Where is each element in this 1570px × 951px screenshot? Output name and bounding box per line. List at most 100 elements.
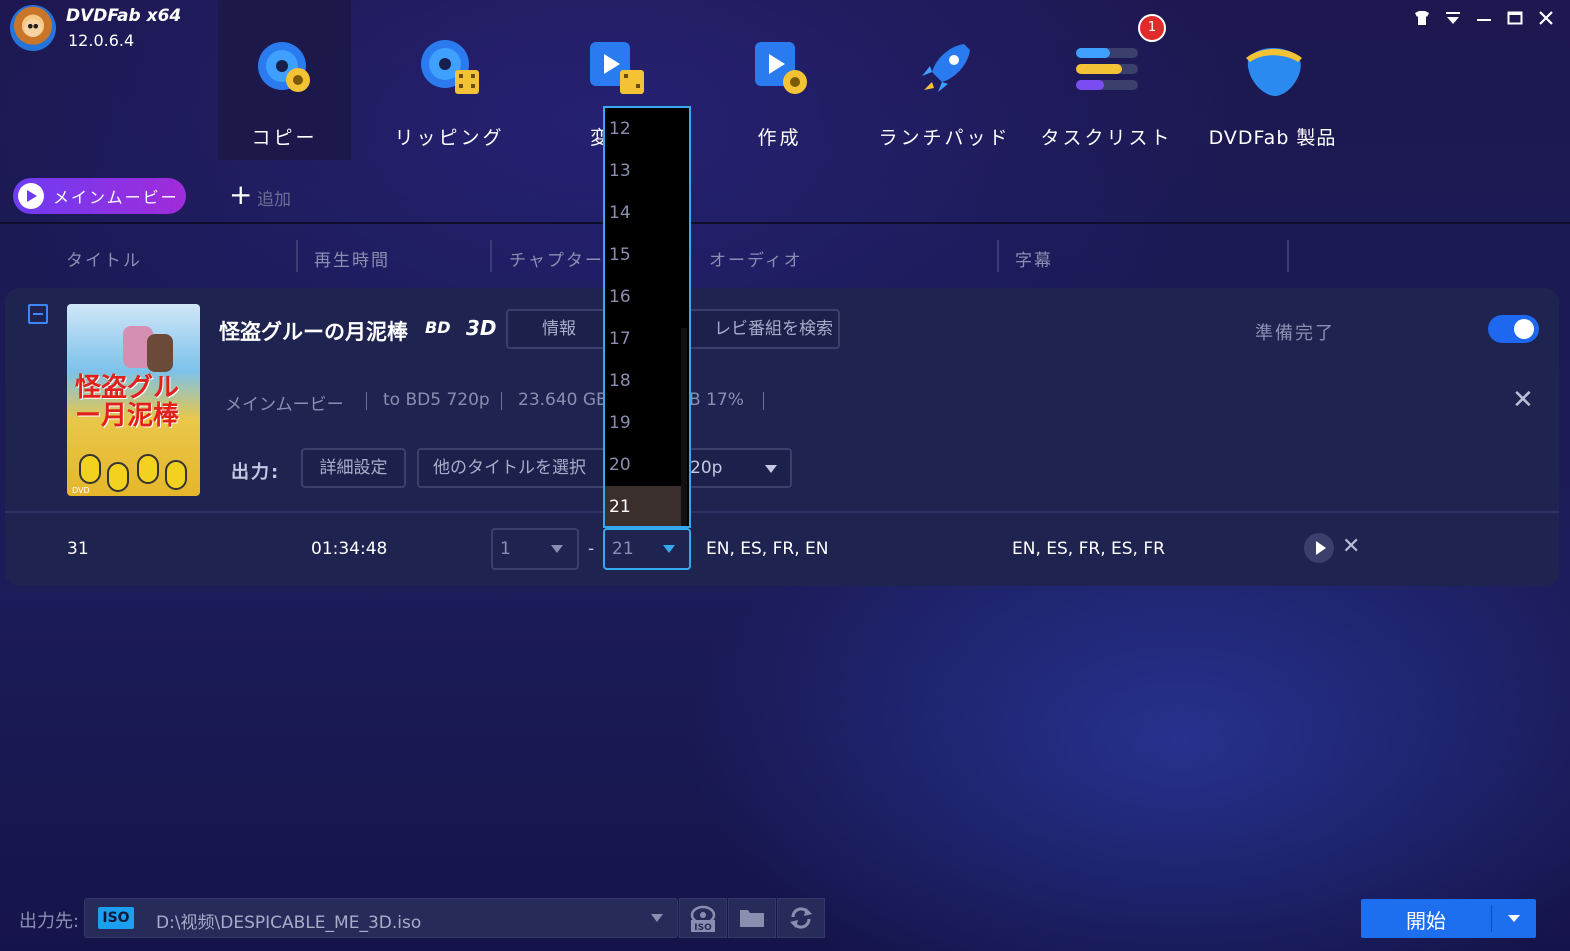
play-circle-icon	[18, 183, 44, 209]
dropdown-option[interactable]: 16	[605, 276, 681, 318]
tv-search-button[interactable]: レビ番組を検索	[680, 309, 840, 349]
iso-format-badge: ISO	[98, 907, 134, 929]
nav-copy[interactable]: コピー	[218, 0, 351, 160]
folder-icon[interactable]	[728, 898, 776, 938]
col-separator	[997, 240, 999, 272]
info-separator	[366, 392, 367, 410]
dropdown-option[interactable]: 19	[605, 402, 681, 444]
header-divider	[0, 222, 1570, 224]
dropdown-option-selected[interactable]: 21	[605, 486, 681, 526]
col-title: タイトル	[66, 251, 142, 271]
bluray-logo: BD	[425, 318, 451, 337]
enable-toggle[interactable]	[1488, 315, 1539, 343]
close-window-icon[interactable]	[1534, 8, 1558, 28]
chevron-down-icon	[765, 465, 777, 473]
rocket-icon	[921, 44, 970, 92]
destination-label: 出力先:	[19, 911, 80, 932]
dropdown-option[interactable]: 12	[605, 108, 681, 150]
resolution-select[interactable]: 20p	[680, 448, 792, 488]
collapse-toggle-icon[interactable]	[28, 304, 48, 324]
chapter-end-value: 21	[612, 539, 634, 559]
start-button[interactable]: 開始	[1361, 899, 1536, 938]
chapter-dash: -	[588, 539, 595, 559]
col-separator	[490, 240, 492, 272]
nav-label-launchpad: ランチパッド	[878, 127, 1011, 149]
add-plus-icon[interactable]: +	[229, 181, 252, 209]
poster-footer: DVD	[72, 486, 90, 495]
play-preview-icon[interactable]	[1304, 533, 1334, 563]
row-divider	[5, 511, 1559, 513]
products-cap-icon	[1245, 48, 1302, 96]
nav-dvdfab-products[interactable]: DVDFab 製品	[1200, 0, 1345, 160]
col-duration: 再生時間	[314, 251, 390, 271]
subtitle-value[interactable]: EN, ES, FR, ES, FR	[1012, 539, 1165, 559]
info-button[interactable]: 情報	[506, 309, 612, 349]
dropdown-option[interactable]: 13	[605, 150, 681, 192]
nav-ripping[interactable]: リッピング	[383, 0, 516, 160]
task-list-icon	[1075, 48, 1138, 90]
chevron-down-icon	[551, 545, 563, 553]
advanced-settings-button[interactable]: 詳細設定	[301, 448, 406, 488]
col-separator	[296, 240, 298, 272]
nav-launchpad[interactable]: ランチパッド	[878, 0, 1011, 160]
video-create-icon	[754, 42, 807, 94]
chapter-end-select[interactable]: 21	[603, 528, 691, 570]
chevron-down-icon	[663, 545, 675, 553]
app-logo	[10, 5, 56, 51]
task-count-badge: 1	[1138, 14, 1166, 42]
info-separator	[763, 392, 764, 410]
svg-text:ISO: ISO	[694, 923, 712, 933]
maximize-icon[interactable]	[1503, 8, 1527, 28]
nav-label-products: DVDFab 製品	[1208, 127, 1337, 149]
col-subtitle: 字幕	[1015, 251, 1053, 271]
refresh-icon[interactable]	[777, 898, 825, 938]
remove-row-icon[interactable]: ✕	[1342, 536, 1360, 558]
destination-path: D:\视频\DESPICABLE_ME_3D.iso	[156, 913, 422, 933]
iso-output-icon[interactable]: ISO	[679, 898, 727, 938]
dropdown-option[interactable]: 14	[605, 192, 681, 234]
dropdown-scrollbar[interactable]	[681, 328, 687, 526]
nav-create[interactable]: 作成	[713, 0, 846, 160]
dropdown-option[interactable]: 17	[605, 318, 681, 360]
tv-search-label: レビ番組を検索	[714, 319, 833, 339]
main-movie-button[interactable]: メインムービー	[13, 178, 186, 214]
nav-label-ripping: リッピング	[394, 127, 505, 149]
mode-label: メインムービー	[225, 395, 344, 415]
duration-value: 01:34:48	[311, 539, 388, 559]
chapter-start-select[interactable]: 1	[491, 528, 579, 570]
col-separator	[1287, 240, 1289, 272]
dropdown-option[interactable]: 15	[605, 234, 681, 276]
menu-dropdown-icon[interactable]	[1441, 8, 1465, 28]
nav-label-tasklist: タスクリスト	[1040, 127, 1173, 149]
title-number: 31	[67, 539, 89, 559]
add-source-button[interactable]: 追加	[257, 185, 291, 210]
chevron-down-icon[interactable]	[651, 914, 663, 922]
chapter-end-dropdown[interactable]: 12 13 14 15 16 17 18 19 20 21	[603, 106, 691, 528]
other-title-button[interactable]: 他のタイトルを選択	[417, 448, 611, 488]
app-name: DVDFab x64	[66, 6, 182, 26]
skin-icon[interactable]	[1410, 8, 1434, 28]
start-options-chevron-icon[interactable]	[1508, 915, 1520, 922]
main-movie-label: メインムービー	[53, 188, 179, 207]
video-convert-icon	[589, 42, 644, 94]
info-separator	[501, 392, 502, 410]
size-percent-label: B 17%	[689, 390, 744, 410]
col-chapter: チャプター	[509, 251, 604, 271]
minimize-icon[interactable]	[1472, 8, 1496, 28]
remove-title-icon[interactable]: ✕	[1512, 387, 1534, 413]
disc-ripper-icon	[420, 40, 479, 94]
col-audio: オーディオ	[709, 251, 803, 271]
size-label: 23.640 GB	[518, 390, 608, 410]
start-label: 開始	[1406, 909, 1446, 933]
movie-title: 怪盗グルーの月泥棒	[219, 319, 408, 344]
dropdown-option[interactable]: 20	[605, 444, 681, 486]
app-version: 12.0.6.4	[68, 31, 135, 50]
nav-label-create: 作成	[757, 127, 802, 149]
disc-copy-icon	[257, 42, 310, 92]
status-label: 準備完了	[1255, 323, 1335, 344]
start-split-divider	[1491, 905, 1492, 932]
dropdown-option[interactable]: 18	[605, 360, 681, 402]
audio-value[interactable]: EN, ES, FR, EN	[706, 539, 828, 559]
movie-poster: 怪盗グルー月泥棒 DVD	[67, 304, 200, 496]
resolution-value: 20p	[690, 458, 723, 478]
